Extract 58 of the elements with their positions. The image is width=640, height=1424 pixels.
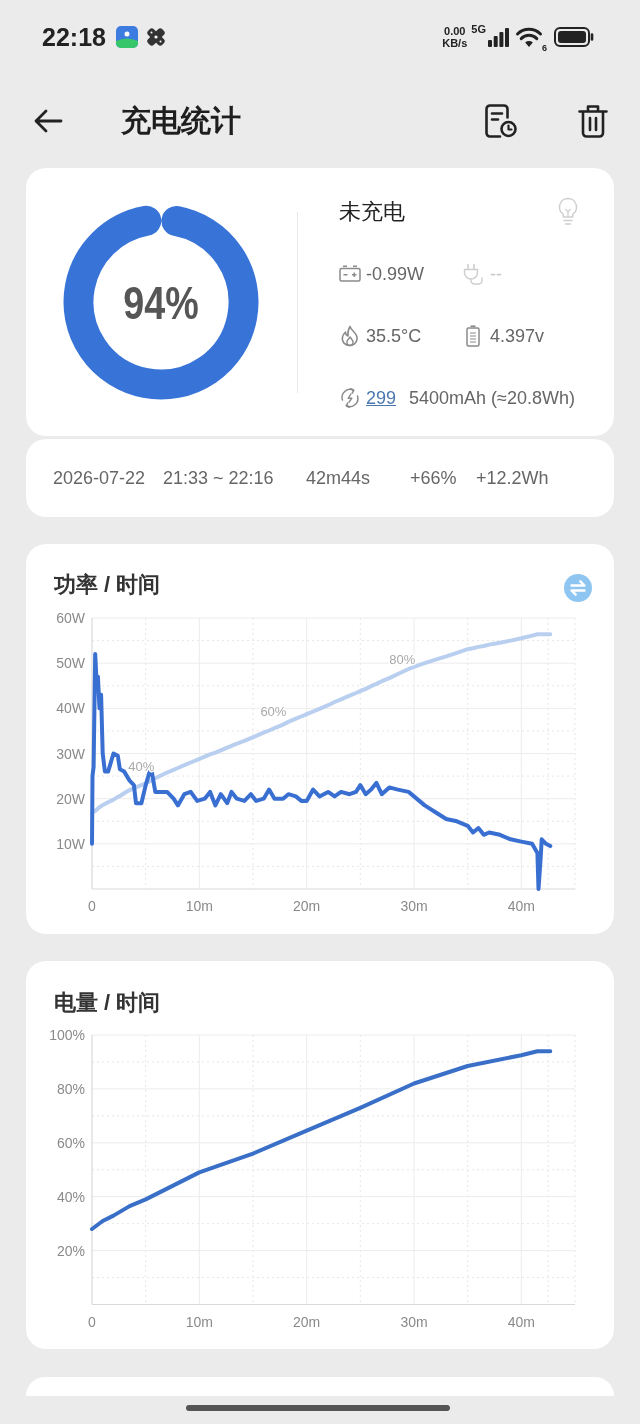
delete-icon[interactable] — [578, 104, 608, 138]
lightbulb-icon — [557, 197, 579, 226]
chart-title: 电量 / 时间 — [54, 989, 161, 1017]
axis-label: 60W — [56, 610, 85, 626]
signal-icon — [488, 27, 509, 47]
axis-label: 10m — [185, 1313, 213, 1330]
session-date: 2026-07-22 — [53, 467, 146, 488]
network-type: 5G — [471, 23, 486, 35]
charger-power: -- — [490, 262, 502, 286]
percent-gained: +66% — [410, 467, 457, 488]
axis-label: 40m — [507, 898, 535, 914]
battery-icon — [339, 265, 361, 282]
cycle-count-link[interactable]: 299 — [366, 385, 397, 410]
network-speed: 0.00 — [444, 25, 466, 37]
axis-label: 60% — [56, 1134, 85, 1151]
session-time-range: 21:33 ~ 22:16 — [163, 467, 274, 488]
bandage-icon — [145, 27, 166, 47]
battery-icon — [466, 324, 480, 347]
chart-title: 功率 / 时间 — [54, 571, 161, 599]
axis-label: 100% — [49, 1027, 85, 1043]
cycle-icon — [339, 386, 361, 409]
axis-label: 80% — [56, 1080, 85, 1097]
data-label: 40% — [128, 758, 155, 774]
axis-label: 40% — [56, 1188, 85, 1205]
battery-percent: 94% — [123, 277, 199, 329]
status-time: 22:18 — [42, 22, 106, 52]
energy-gained: +12.2Wh — [476, 467, 549, 488]
battery-temperature: 35.5°C — [366, 324, 422, 348]
history-icon[interactable] — [485, 104, 517, 138]
axis-label: 10W — [56, 835, 85, 852]
battery-voltage: 4.397v — [490, 324, 545, 348]
axis-label: 20% — [56, 1242, 85, 1259]
axis-label: 0 — [88, 898, 96, 914]
charging-status: 未充电 — [339, 197, 405, 226]
axis-label: 20m — [293, 1313, 321, 1330]
flame-icon — [339, 324, 361, 347]
axis-label: 10m — [185, 898, 213, 914]
battery-power: -0.99W — [366, 262, 425, 286]
axis-label: 0 — [88, 1313, 96, 1330]
axis-label: 50W — [56, 655, 85, 672]
data-label: 60% — [260, 704, 287, 720]
speed-unit: KB/s — [442, 37, 468, 49]
back-icon[interactable] — [33, 109, 62, 133]
axis-label: 40m — [507, 1313, 535, 1330]
axis-label: 20W — [56, 790, 85, 807]
page-title: 充电统计 — [121, 103, 241, 139]
session-duration: 42m44s — [306, 467, 371, 488]
wifi-icon — [516, 27, 542, 47]
battery-icon — [554, 27, 594, 47]
axis-label: 40W — [56, 700, 85, 717]
axis-label: 30m — [400, 898, 428, 914]
data-label: 80% — [389, 652, 416, 667]
axis-label: 30W — [56, 745, 85, 762]
wifi-standard: 6 — [542, 43, 547, 53]
axis-label: 30m — [400, 1313, 428, 1330]
axis-label: 20m — [293, 898, 321, 914]
battery-capacity: 5400mAh (≈20.8Wh) — [409, 386, 575, 410]
app-icon — [115, 26, 138, 48]
